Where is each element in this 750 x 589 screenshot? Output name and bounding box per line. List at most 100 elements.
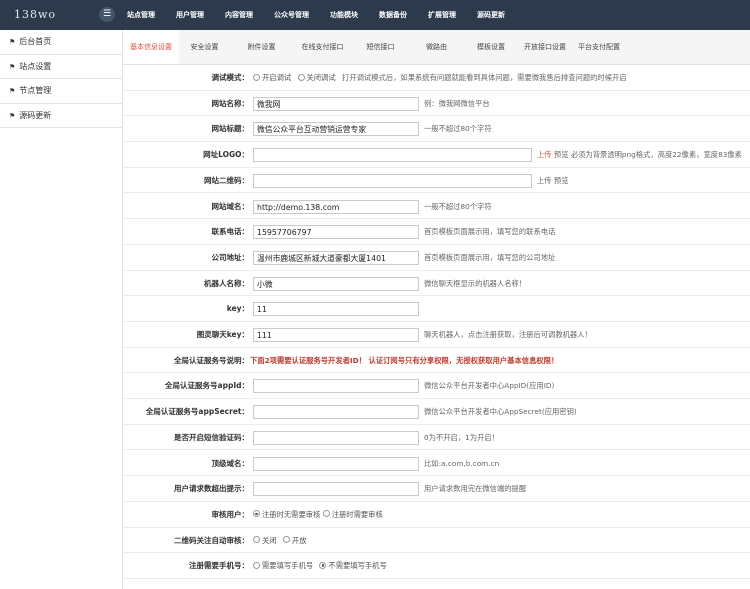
row-site-name: 网站名称： 微我网 例：微我网微信平台 (123, 91, 750, 117)
key-input[interactable]: 11 (253, 302, 419, 317)
domain-input[interactable]: http://demo.138.com (253, 199, 419, 214)
logo-preview-link[interactable]: 预览 (554, 150, 569, 159)
brand-logo: 138wo (14, 8, 57, 21)
row-site-logo: 网址LOGO： 上传 预览 必须为背景透明png格式，高度22像素，宽度83像素 (123, 142, 750, 168)
site-logo-input[interactable] (253, 148, 532, 163)
topnav-modules[interactable]: 功能模块 (325, 0, 363, 30)
settings-form: 调试模式： 开启调试 关闭调试 打开调试模式后，如果系统有问题就能看到具体问题，… (123, 65, 750, 589)
qrcode-on-radio[interactable] (282, 536, 290, 544)
app-id-tip: 微信公众平台开发者中心AppID(应用ID) (424, 381, 555, 391)
tuling-key-input[interactable]: 111 (253, 328, 419, 342)
debug-label: 调试模式： (211, 73, 250, 82)
top-domain-input[interactable] (253, 456, 419, 471)
review-yes-radio[interactable] (322, 510, 330, 518)
app-secret-input[interactable] (253, 405, 419, 420)
tuling-key-label: 图灵聊天key： (196, 330, 249, 339)
sms-verify-label: 是否开启短信验证码： (174, 432, 249, 442)
site-title-input[interactable]: 微信公众平台互动营销运营专家 (253, 122, 419, 137)
tab-sms[interactable]: 短信接口 (352, 30, 409, 64)
site-logo-tip: 必须为背景透明png格式，高度22像素，宽度83像素 (570, 150, 742, 160)
debug-on-radio[interactable] (253, 73, 260, 81)
phone-required-radio[interactable] (253, 561, 260, 569)
row-top-domain: 顶级域名： 比如:a.com,b.com.cn (123, 451, 750, 477)
app-id-label: 全局认证服务号appId： (165, 381, 249, 391)
tab-templates[interactable]: 模板设置 (464, 30, 518, 64)
phone-not-required-radio[interactable] (319, 561, 327, 569)
site-qrcode-input[interactable] (253, 173, 532, 188)
row-tuling-key: 图灵聊天key： 111 聊天机器人，点击注册获取，注册后可调教机器人！ (123, 322, 750, 348)
sidebar-item-source-update[interactable]: ⚑ 源码更新 (0, 104, 122, 128)
qrcode-off-label: 关闭 (262, 535, 277, 545)
topnav-backup[interactable]: 数据备份 (374, 0, 412, 30)
sms-verify-input[interactable] (253, 430, 419, 445)
debug-tip: 打开调试模式后，如果系统有问题就能看到具体问题，需要微我售后排查问题的时候开启 (342, 73, 627, 83)
top-menu: 站点管理 用户管理 内容管理 公众号管理 功能模块 数据备份 扩展管理 源码更新 (122, 0, 521, 30)
tab-micro-route[interactable]: 微路由 (409, 30, 464, 64)
site-name-tip: 例：微我网微信平台 (424, 98, 490, 108)
qrcode-reg-label: 二维码关注自动审核： (174, 535, 249, 545)
sidebar-item-label: 站点设置 (19, 61, 52, 71)
phone-required-label: 需要填写手机号 (262, 561, 314, 571)
address-tip: 首页模板页面展示用，填写您的公司地址 (424, 253, 556, 263)
top-domain-label: 顶级域名： (211, 458, 250, 468)
robot-name-label: 机器人名称： (204, 278, 249, 288)
site-name-input[interactable]: 微我网 (253, 96, 419, 111)
tab-attachments[interactable]: 附件设置 (230, 30, 293, 64)
settings-tabs: 基本信息设置 安全设置 附件设置 在线支付接口 短信接口 微路由 模板设置 开放… (123, 30, 750, 65)
sidebar-item-label: 源码更新 (19, 110, 52, 120)
sidebar-item-label: 节点管理 (19, 86, 52, 95)
phone-label: 联系电话： (211, 227, 250, 237)
address-input[interactable]: 温州市鹿城区新城大道豪都大厦1401 (253, 250, 419, 265)
sidebar: ⚑ 后台首页 ⚑ 站点设置 ⚑ 节点管理 ⚑ 源码更新 (0, 30, 123, 589)
topnav-extensions[interactable]: 扩展管理 (423, 0, 461, 30)
review-yes-label: 注册时需要审核 (331, 510, 383, 520)
domain-tip: 一般不超过80个字符 (424, 201, 492, 211)
phone-input[interactable]: 15957706797 (253, 225, 419, 240)
qrcode-preview-link[interactable]: 预览 (554, 176, 569, 185)
topnav-user-manage[interactable]: 用户管理 (171, 0, 209, 30)
qrcode-off-radio[interactable] (253, 536, 260, 544)
sidebar-item-site-settings[interactable]: ⚑ 站点设置 (0, 55, 122, 79)
menu-toggle-button[interactable]: ☰ (99, 7, 115, 22)
top-navbar: 138wo ☰ 站点管理 用户管理 内容管理 公众号管理 功能模块 数据备份 扩… (0, 0, 750, 30)
site-qrcode-label: 网站二维码： (204, 175, 249, 185)
sidebar-item-node-manage[interactable]: ⚑ 节点管理 (0, 79, 122, 104)
tuling-key-tip: 聊天机器人，点击注册获取，注册后可调教机器人！ (424, 330, 592, 340)
qrcode-upload-link[interactable]: 上传 (537, 176, 552, 185)
row-domain: 网站域名： http://demo.138.com 一般不超过80个字符 (123, 194, 750, 220)
tab-basic-info[interactable]: 基本信息设置 (123, 30, 179, 64)
sidebar-item-home[interactable]: ⚑ 后台首页 (0, 30, 122, 55)
site-icon: ⚑ (9, 62, 16, 71)
node-icon: ⚑ (9, 87, 16, 95)
topnav-source-update[interactable]: 源码更新 (472, 0, 510, 30)
logo-upload-link[interactable]: 上传 (537, 150, 552, 159)
review-no-radio[interactable] (253, 510, 260, 518)
app-id-input[interactable] (253, 379, 419, 394)
global-auth-desc-text: 下面2项需要认证服务号开发者ID！ 认证订阅号只有分享权限，无授权获取用户基本信… (250, 355, 559, 365)
debug-on-label: 开启调试 (262, 73, 292, 83)
phone-tip: 首页模板页面展示用，填写您的联系电话 (424, 227, 556, 237)
app-secret-label: 全局认证服务号appSecret： (145, 407, 249, 417)
global-auth-desc-label: 全局认证服务号说明： (174, 355, 249, 365)
timeout-tip-input[interactable] (253, 482, 419, 497)
row-address: 公司地址： 温州市鹿城区新城大道豪都大厦1401 首页模板页面展示用，填写您的公司… (123, 245, 750, 271)
tab-platform-payment[interactable]: 平台支付配置 (572, 30, 626, 64)
row-phone-reg: 注册需要手机号： 需要填写手机号 不需要填写手机号 (123, 553, 750, 579)
row-site-title: 网站标题： 微信公众平台互动营销运营专家 一般不超过80个字符 (123, 116, 750, 143)
topnav-site-manage[interactable]: 站点管理 (122, 0, 160, 30)
qrcode-on-label: 开放 (291, 535, 307, 545)
row-sms-verify: 是否开启短信验证码： 0为不开启，1为开启！ (123, 425, 750, 451)
tab-online-payment[interactable]: 在线支付接口 (293, 30, 352, 64)
row-global-auth-desc: 全局认证服务号说明： 下面2项需要认证服务号开发者ID！ 认证订阅号只有分享权限… (123, 348, 750, 374)
site-logo-label: 网址LOGO： (203, 150, 249, 160)
tab-open-api[interactable]: 开放接口设置 (518, 30, 572, 64)
topnav-account-manage[interactable]: 公众号管理 (269, 0, 314, 30)
row-timeout-tip: 用户请求数超出提示： 用户请求数用完在微信端的提醒 (123, 476, 750, 502)
row-review-user: 审核用户： 注册时无需要审核 注册时需要审核 (123, 502, 750, 528)
topnav-content-manage[interactable]: 内容管理 (220, 0, 258, 30)
tab-security[interactable]: 安全设置 (179, 30, 230, 64)
row-robot-name: 机器人名称： 小微 微信聊天框显示的机器人名称！ (123, 271, 750, 297)
row-key: key： 11 (123, 296, 750, 322)
robot-name-input[interactable]: 小微 (253, 276, 419, 291)
debug-off-radio[interactable] (297, 73, 305, 81)
